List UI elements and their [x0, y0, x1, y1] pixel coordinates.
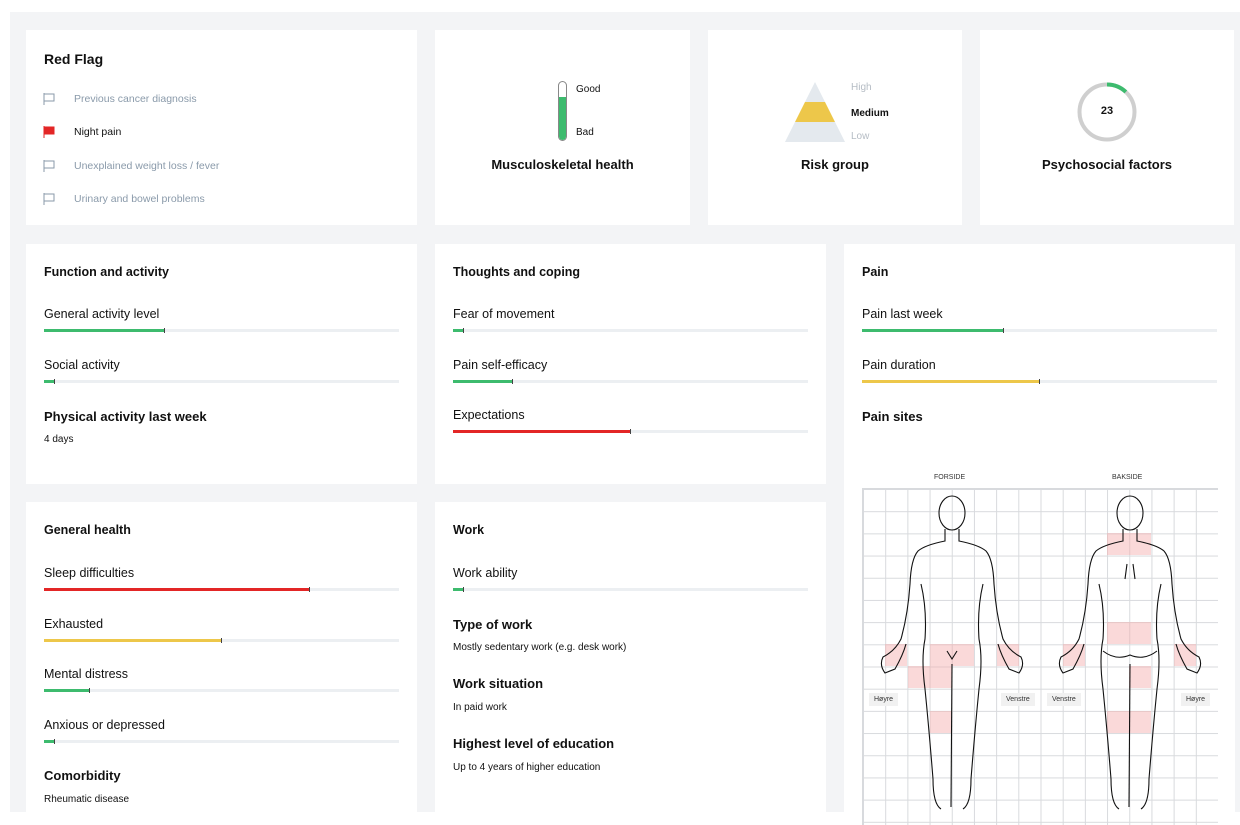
anxious-label: Anxious or depressed [44, 718, 165, 732]
red-flag-card: Red Flag Previous cancer diagnosis Night … [26, 30, 417, 225]
flag-filled-icon [43, 126, 55, 138]
function-card: Function and activity General activity l… [26, 244, 417, 484]
bar-fill [862, 328, 1004, 333]
musculoskeletal-title: Musculoskeletal health [491, 157, 634, 172]
type-of-work-value: Mostly sedentary work (e.g. desk work) [453, 642, 627, 653]
pain-duration-label: Pain duration [862, 358, 936, 372]
red-flag-label: Unexplained weight loss / fever [74, 160, 220, 172]
bar-fill [44, 587, 311, 592]
bar-fill [453, 379, 514, 384]
fear-bar [453, 328, 808, 333]
work-title: Work [453, 523, 485, 537]
social-activity-bar [44, 379, 399, 384]
comorbidity-title: Comorbidity [44, 768, 121, 783]
physical-activity-value: 4 days [44, 434, 74, 445]
sleep-bar [44, 587, 399, 592]
bar-fill [44, 638, 222, 643]
self-efficacy-label: Pain self-efficacy [453, 358, 548, 372]
self-efficacy-bar [453, 379, 808, 384]
red-flag-item: Night pain [42, 124, 121, 140]
pain-duration-bar [862, 379, 1217, 384]
physical-activity-title: Physical activity last week [44, 409, 207, 424]
exhausted-bar [44, 638, 399, 643]
bar-fill [44, 379, 55, 384]
general-health-card: General health Sleep difficulties Exhaus… [26, 502, 417, 812]
work-situation-value: In paid work [453, 702, 507, 713]
pain-sites-title: Pain sites [862, 409, 923, 424]
risk-low-label: Low [851, 131, 870, 142]
thoughts-title: Thoughts and coping [453, 265, 581, 279]
front-right-side-tag: Høyre [869, 693, 899, 706]
mental-distress-bar [44, 688, 399, 693]
work-card: Work Work ability Type of work Mostly se… [435, 502, 826, 812]
dashboard: Red Flag Previous cancer diagnosis Night … [10, 12, 1240, 825]
front-view-label: FORSIDE [934, 474, 966, 481]
psychosocial-title: Psychosocial factors [1041, 157, 1173, 172]
type-of-work-title: Type of work [453, 617, 533, 632]
social-activity-label: Social activity [44, 358, 120, 372]
risk-high-label: High [851, 82, 872, 93]
body-outline-back [1058, 495, 1202, 810]
red-flag-title: Red Flag [44, 51, 104, 67]
bar-fill [453, 328, 464, 333]
flag-outline-icon [43, 93, 55, 105]
education-value: Up to 4 years of higher education [453, 762, 601, 773]
body-map[interactable]: Høyre Venstre Venstre Høyre [862, 488, 1218, 825]
function-title: Function and activity [44, 265, 170, 279]
bad-label: Bad [576, 127, 594, 138]
back-view-label: BAKSIDE [1112, 474, 1143, 481]
flag-outline-icon [43, 193, 55, 205]
work-ability-label: Work ability [453, 566, 518, 580]
pain-title: Pain [862, 265, 889, 279]
red-flag-label: Previous cancer diagnosis [74, 93, 197, 105]
work-situation-title: Work situation [453, 676, 544, 691]
risk-pyramid [785, 82, 845, 142]
musculoskeletal-gauge [558, 81, 567, 141]
bar-fill [44, 688, 91, 693]
red-flag-item: Previous cancer diagnosis [42, 91, 197, 107]
fear-label: Fear of movement [453, 307, 555, 321]
mental-distress-label: Mental distress [44, 667, 129, 681]
front-left-side-tag: Venstre [1001, 693, 1035, 706]
back-left-side-tag: Venstre [1047, 693, 1081, 706]
work-ability-bar [453, 587, 808, 592]
anxious-bar [44, 739, 399, 744]
thoughts-card: Thoughts and coping Fear of movement Pai… [435, 244, 826, 484]
bar-fill [44, 328, 165, 333]
body-outline-front [880, 495, 1024, 810]
general-health-title: General health [44, 523, 131, 537]
good-label: Good [576, 84, 601, 95]
risk-medium-label: Medium [851, 108, 889, 119]
expectations-bar [453, 429, 808, 434]
expectations-label: Expectations [453, 408, 525, 422]
red-flag-label: Night pain [74, 126, 122, 138]
musculoskeletal-gauge-fill [559, 96, 566, 140]
bar-fill [44, 739, 55, 744]
bar-fill [862, 379, 1040, 384]
red-flag-item: Unexplained weight loss / fever [42, 158, 219, 174]
exhausted-label: Exhausted [44, 617, 104, 631]
pain-last-week-bar [862, 328, 1217, 333]
comorbidity-value: Rheumatic disease [44, 794, 130, 805]
red-flag-label: Urinary and bowel problems [74, 193, 205, 205]
pain-last-week-label: Pain last week [862, 307, 943, 321]
bar-fill [453, 587, 464, 592]
musculoskeletal-card: Good Bad Musculoskeletal health [435, 30, 690, 225]
risk-group-card: High Medium Low Risk group [708, 30, 962, 225]
psychosocial-card: 23 Psychosocial factors [980, 30, 1234, 225]
sleep-label: Sleep difficulties [44, 566, 135, 580]
education-title: Highest level of education [453, 736, 615, 751]
psychosocial-score: 23 [1100, 105, 1114, 117]
general-activity-bar [44, 328, 399, 333]
flag-outline-icon [43, 160, 55, 172]
bar-fill [453, 429, 631, 434]
general-activity-label: General activity level [44, 307, 160, 321]
back-right-side-tag: Høyre [1181, 693, 1211, 706]
pain-card: Pain Pain last week Pain duration Pain s… [844, 244, 1235, 825]
red-flag-item: Urinary and bowel problems [42, 191, 205, 207]
risk-group-title: Risk group [801, 157, 869, 172]
